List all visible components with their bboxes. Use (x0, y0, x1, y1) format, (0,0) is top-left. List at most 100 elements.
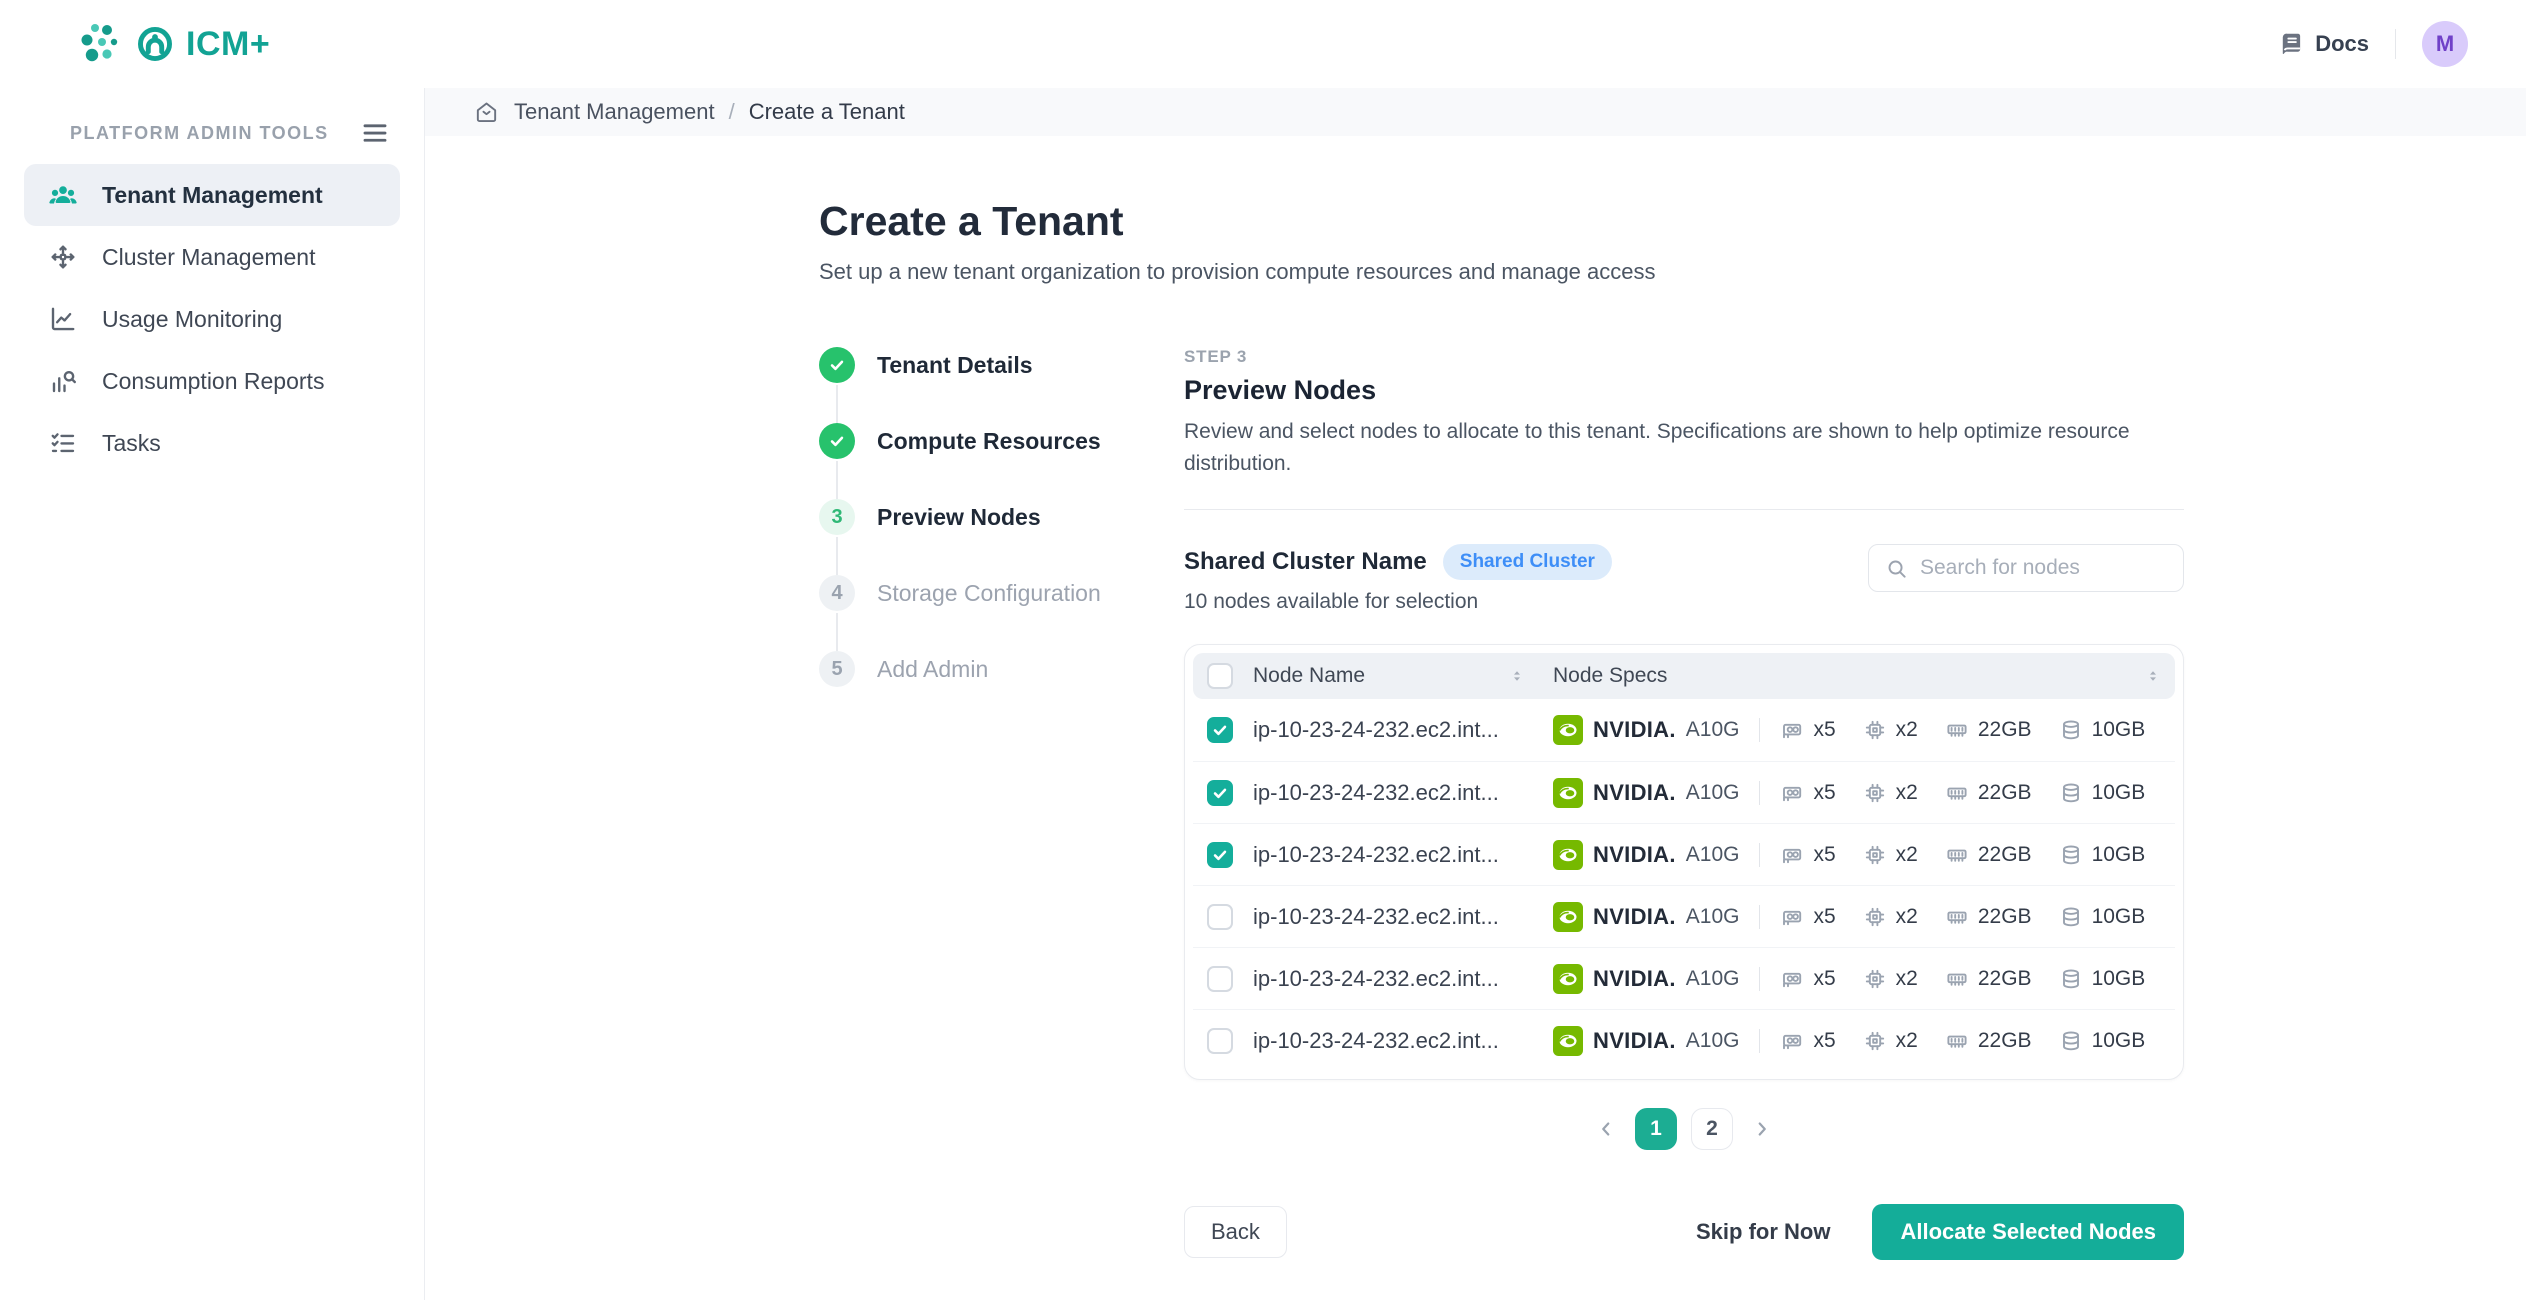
wizard-step-add-admin[interactable]: 5Add Admin (819, 651, 1184, 687)
step-label: Add Admin (877, 656, 988, 683)
page-title: Create a Tenant (819, 198, 2184, 245)
wizard-step-tenant-details[interactable]: Tenant Details (819, 347, 1184, 383)
sidebar-item-tasks[interactable]: Tasks (24, 412, 400, 474)
panel-divider (1184, 509, 2184, 510)
sidebar-item-label: Cluster Management (102, 244, 316, 271)
storage-icon (2059, 781, 2083, 805)
step-description: Review and select nodes to allocate to t… (1184, 416, 2179, 479)
sidebar-item-label: Tasks (102, 430, 161, 457)
step-done-check-icon (819, 347, 855, 383)
gpu-count: x5 (1813, 843, 1835, 867)
gpu-model: A10G (1686, 1029, 1740, 1053)
breadcrumb-item: Create a Tenant (749, 99, 905, 125)
chevron-left-icon[interactable] (1595, 1118, 1617, 1140)
wizard-step-compute-resources[interactable]: Compute Resources (819, 423, 1184, 459)
skip-button[interactable]: Skip for Now (1696, 1219, 1830, 1245)
gpu-count: x5 (1813, 718, 1835, 742)
storage-icon (2059, 967, 2083, 991)
page-button-1[interactable]: 1 (1635, 1108, 1677, 1150)
node-checkbox[interactable] (1207, 904, 1233, 930)
gpu-count: x5 (1813, 1029, 1835, 1053)
node-name: ip-10-23-24-232.ec2.int... (1253, 717, 1525, 743)
cpu-icon (1863, 967, 1887, 991)
gpu-model: A10G (1686, 718, 1740, 742)
select-all-checkbox[interactable] (1207, 663, 1233, 689)
cpu-count: x2 (1896, 781, 1918, 805)
node-row[interactable]: ip-10-23-24-232.ec2.int... NVIDIA. A10G … (1193, 947, 2175, 1009)
gpu-brand: NVIDIA. (1593, 1028, 1676, 1054)
node-checkbox[interactable] (1207, 780, 1233, 806)
table-header: Node Name Node Specs (1193, 653, 2175, 699)
chevron-right-icon[interactable] (1751, 1118, 1773, 1140)
nvidia-logo-icon (1553, 778, 1583, 808)
step-label: Preview Nodes (877, 504, 1041, 531)
step-title: Preview Nodes (1184, 375, 2184, 406)
sidebar-item-cluster-management[interactable]: Cluster Management (24, 226, 400, 288)
sidebar-item-label: Consumption Reports (102, 368, 324, 395)
brand-logo[interactable]: ICM+ (74, 19, 270, 69)
nvidia-logo-icon (1553, 840, 1583, 870)
cluster-type-badge: Shared Cluster (1443, 544, 1612, 580)
search-input[interactable] (1920, 556, 2167, 580)
cpu-count: x2 (1896, 905, 1918, 929)
step-label: Storage Configuration (877, 580, 1101, 607)
node-checkbox[interactable] (1207, 1028, 1233, 1054)
node-row[interactable]: ip-10-23-24-232.ec2.int... NVIDIA. A10G … (1193, 823, 2175, 885)
cluster-name: Shared Cluster Name (1184, 548, 1427, 576)
breadcrumb-item[interactable]: Tenant Management (514, 99, 715, 125)
header-divider (2395, 29, 2396, 59)
spec-divider (1759, 967, 1760, 991)
sort-icon[interactable] (1509, 668, 1525, 684)
nvidia-logo-icon (1553, 964, 1583, 994)
sidebar-item-consumption-reports[interactable]: Consumption Reports (24, 350, 400, 412)
book-icon (2279, 31, 2305, 57)
allocate-button[interactable]: Allocate Selected Nodes (1872, 1204, 2184, 1260)
wizard-step-preview-nodes[interactable]: 3Preview Nodes (819, 499, 1184, 535)
node-checkbox[interactable] (1207, 842, 1233, 868)
gpu-model: A10G (1686, 843, 1740, 867)
breadcrumb: Tenant Management/Create a Tenant (425, 88, 2526, 136)
page-subtitle: Set up a new tenant organization to prov… (819, 259, 2184, 285)
node-row[interactable]: ip-10-23-24-232.ec2.int... NVIDIA. A10G … (1193, 1009, 2175, 1071)
bar-chart-icon (48, 366, 78, 396)
hamburger-icon[interactable] (360, 118, 390, 148)
node-row[interactable]: ip-10-23-24-232.ec2.int... NVIDIA. A10G … (1193, 885, 2175, 947)
memory-size: 22GB (1978, 781, 2032, 805)
brand-monogram-icon (136, 25, 174, 63)
ram-icon (1945, 967, 1969, 991)
node-checkbox[interactable] (1207, 966, 1233, 992)
node-name: ip-10-23-24-232.ec2.int... (1253, 780, 1525, 806)
gpu-icon (1780, 781, 1804, 805)
gpu-brand: NVIDIA. (1593, 904, 1676, 930)
sidebar-item-tenant-management[interactable]: Tenant Management (24, 164, 400, 226)
sidebar-item-label: Tenant Management (102, 182, 323, 209)
storage-icon (2059, 1029, 2083, 1053)
step-eyebrow: STEP 3 (1184, 347, 2184, 367)
gpu-model: A10G (1686, 905, 1740, 929)
docs-button[interactable]: Docs (2279, 31, 2369, 57)
sort-icon[interactable] (2145, 668, 2161, 684)
sidebar-item-usage-monitoring[interactable]: Usage Monitoring (24, 288, 400, 350)
node-checkbox[interactable] (1207, 717, 1233, 743)
wizard-steps: Tenant Details Compute Resources 3Preview … (819, 347, 1184, 1300)
node-row[interactable]: ip-10-23-24-232.ec2.int... NVIDIA. A10G … (1193, 699, 2175, 761)
avatar[interactable]: M (2422, 21, 2468, 67)
spec-divider (1759, 843, 1760, 867)
back-button[interactable]: Back (1184, 1206, 1287, 1258)
wizard-step-storage-configuration[interactable]: 4Storage Configuration (819, 575, 1184, 611)
node-search[interactable] (1868, 544, 2184, 592)
table-body: ip-10-23-24-232.ec2.int... NVIDIA. A10G … (1193, 699, 2175, 1071)
memory-size: 22GB (1978, 905, 2032, 929)
node-row[interactable]: ip-10-23-24-232.ec2.int... NVIDIA. A10G … (1193, 761, 2175, 823)
sidebar-section-label: PLATFORM ADMIN TOOLS (70, 123, 329, 144)
sidebar: PLATFORM ADMIN TOOLS Tenant Management C… (0, 88, 425, 1300)
cpu-count: x2 (1896, 718, 1918, 742)
node-name: ip-10-23-24-232.ec2.int... (1253, 842, 1525, 868)
cpu-icon (1863, 1029, 1887, 1053)
gpu-icon (1780, 1029, 1804, 1053)
memory-size: 22GB (1978, 967, 2032, 991)
page-button-2[interactable]: 2 (1691, 1108, 1733, 1150)
brand-wordmark: ICM+ (186, 25, 270, 64)
nodes-table: Node Name Node Specs (1184, 644, 2184, 1080)
gpu-count: x5 (1813, 967, 1835, 991)
